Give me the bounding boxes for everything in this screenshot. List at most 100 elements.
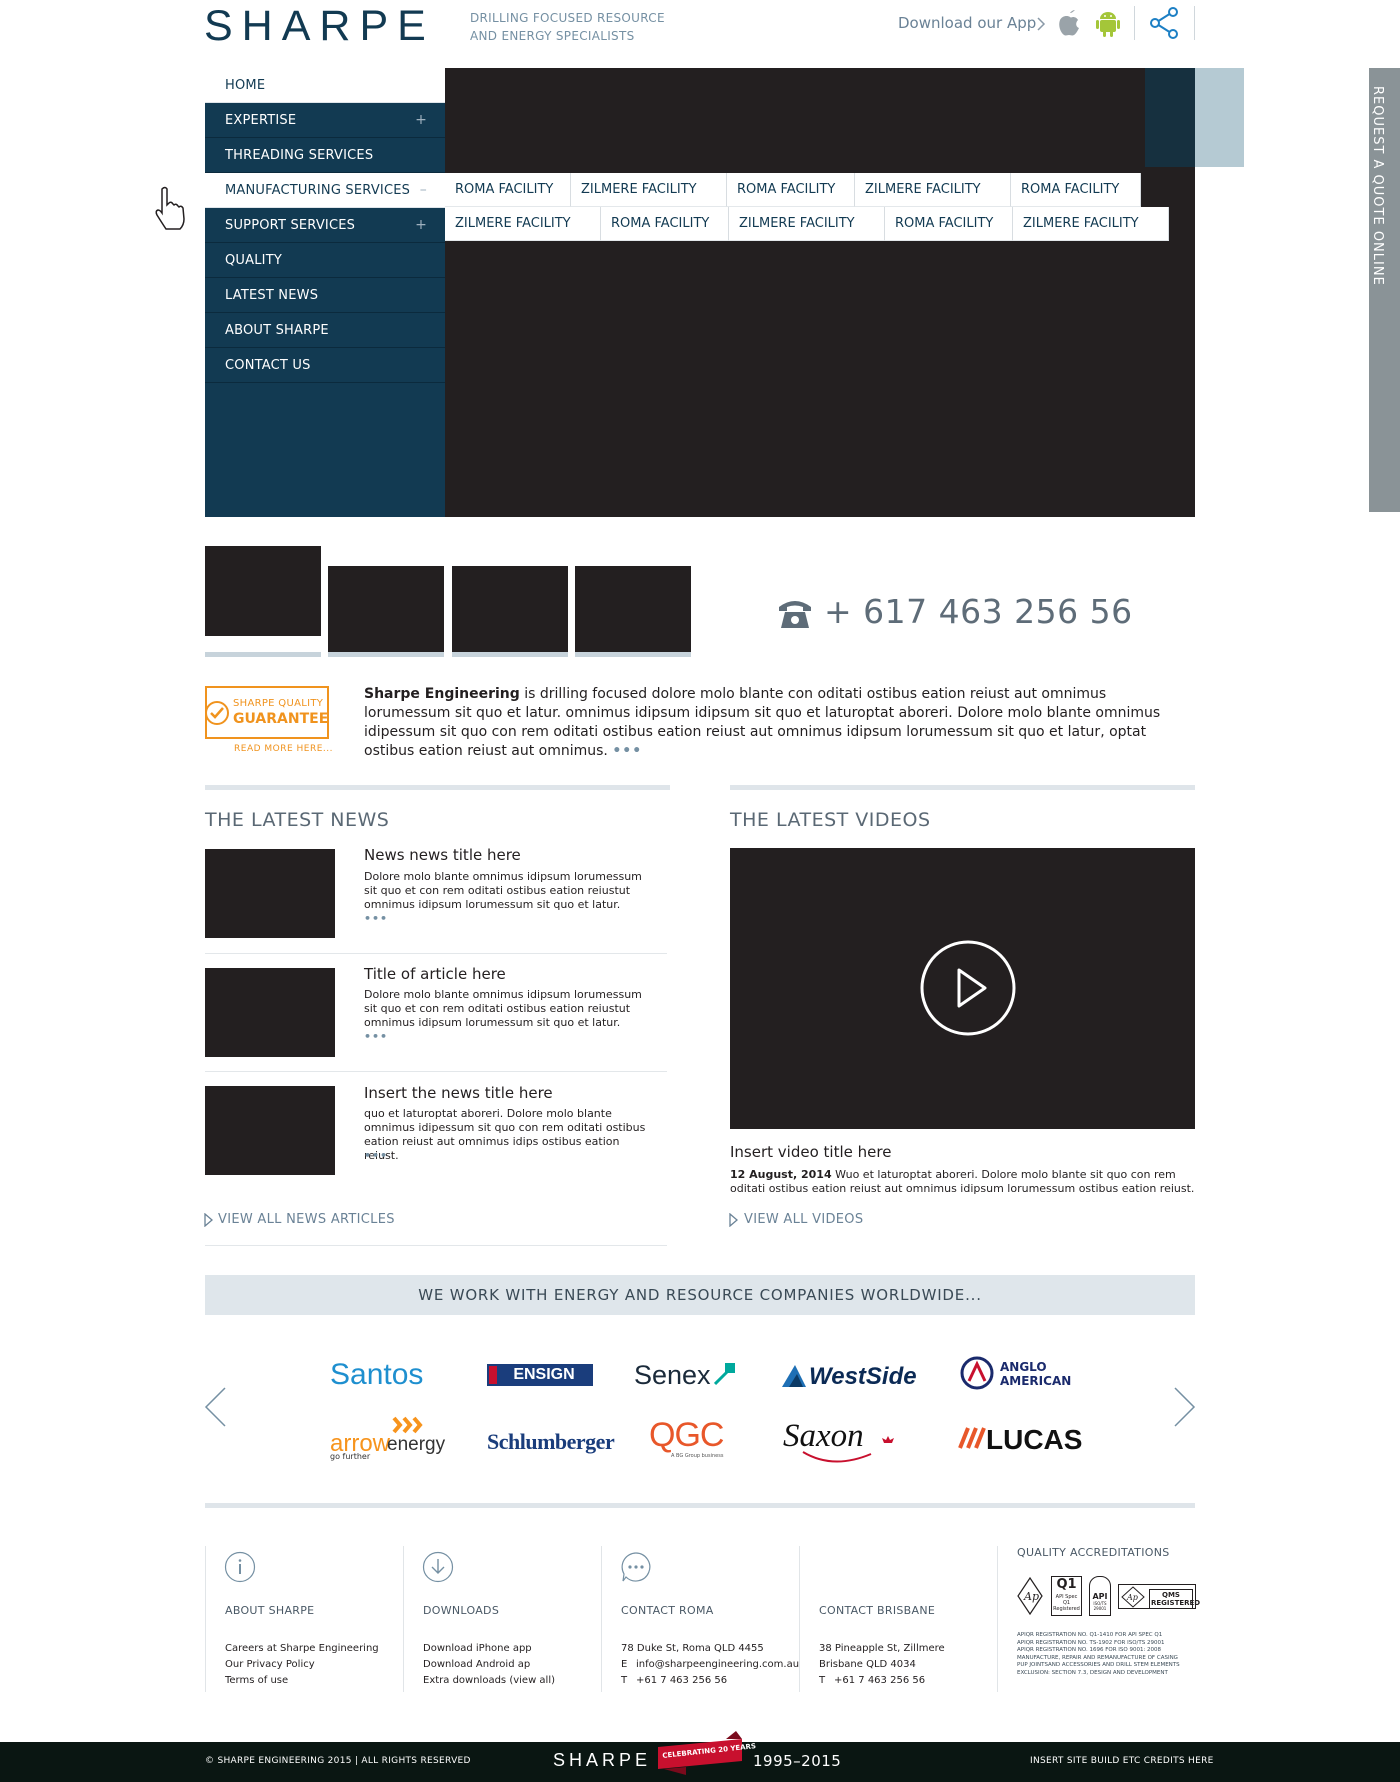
download-app-link[interactable]: Download our App	[898, 14, 1036, 32]
nav-item-latest-news[interactable]: LATEST NEWS	[205, 278, 445, 313]
guarantee-line2: GUARANTEE	[233, 711, 329, 727]
submenu-item[interactable]: ROMA FACILITY	[445, 173, 571, 207]
news-thumbnail[interactable]	[205, 968, 335, 1057]
roma-phone-link[interactable]: +61 7 463 256 56	[636, 1675, 727, 1686]
lucas-text: LUCAS	[986, 1424, 1083, 1455]
q1-badge: Q1 API Spec Q1 Registered	[1051, 1576, 1082, 1616]
share-icon[interactable]	[1148, 6, 1180, 40]
q1-badge-text: Q1	[1056, 1577, 1077, 1592]
hand-cursor-icon	[155, 186, 185, 230]
news-title[interactable]: Insert the news title here	[364, 1084, 553, 1102]
submenu-item[interactable]: ROMA FACILITY	[727, 173, 855, 207]
slide-thumbnail[interactable]	[575, 566, 691, 652]
read-more-dots[interactable]: •••	[364, 912, 388, 925]
footer-roma-title: CONTACT ROMA	[621, 1604, 714, 1617]
slide-indicator	[328, 652, 444, 657]
submenu-item[interactable]: ZILMERE FACILITY	[1013, 207, 1169, 241]
android-icon[interactable]	[1094, 7, 1122, 39]
request-quote-tab[interactable]: REQUEST A QUOTE ONLINE	[1369, 68, 1400, 512]
nav-item-about-sharpe[interactable]: ABOUT SHARPE	[205, 313, 445, 348]
careers-link[interactable]: Careers at Sharpe Engineering	[225, 1641, 379, 1657]
submenu-label: ZILMERE FACILITY	[455, 216, 571, 231]
chat-bubble-icon	[621, 1552, 651, 1582]
nav-item-threading-services[interactable]: THREADING SERVICES	[205, 138, 445, 173]
extra-downloads-link[interactable]: Extra downloads (view all)	[423, 1673, 555, 1689]
senex-logo-text: Senex	[634, 1360, 711, 1390]
news-thumbnail[interactable]	[205, 1086, 335, 1175]
submenu-item[interactable]: ZILMERE FACILITY	[445, 207, 601, 241]
news-title[interactable]: Title of article here	[364, 965, 506, 983]
slide-thumbnail[interactable]	[452, 566, 568, 652]
qms-badge: Ap QMS REGISTERED	[1118, 1584, 1200, 1609]
nav-item-label: CONTACT US	[225, 358, 311, 373]
nav-item-home[interactable]: HOME	[205, 68, 445, 103]
qgc-logo: QGC A BG Group business	[649, 1416, 729, 1460]
submenu-item[interactable]: ZILMERE FACILITY	[855, 173, 1011, 207]
submenu-label: ROMA FACILITY	[895, 216, 994, 231]
footer-divider	[205, 1546, 206, 1692]
westside-logo-text: WestSide	[809, 1363, 917, 1390]
submenu-item[interactable]: ROMA FACILITY	[601, 207, 729, 241]
sharpe-logo[interactable]: SHARPE	[204, 2, 435, 51]
header-divider	[1134, 6, 1135, 40]
nav-item-manufacturing-services[interactable]: MANUFACTURING SERVICES –	[205, 173, 445, 208]
news-title[interactable]: News news title here	[364, 846, 521, 864]
senex-mark-icon	[714, 1363, 735, 1386]
nav-item-label: ABOUT SHARPE	[225, 323, 329, 338]
slide-thumbnail[interactable]	[328, 566, 444, 652]
hero-accent-block	[1145, 68, 1195, 167]
expand-icon[interactable]: +	[415, 103, 427, 138]
news-heading: THE LATEST NEWS	[205, 809, 390, 831]
download-android-link[interactable]: Download Android ap	[423, 1657, 555, 1673]
accreditation-note: PUP JOINTSAND ACCESSORIES AND DRILL STEM…	[1017, 1662, 1180, 1668]
news-excerpt: Dolore molo blante omnimus idipsum lorum…	[364, 870, 642, 911]
phone-number[interactable]: + 617 463 256 56	[824, 592, 1133, 631]
submenu-item[interactable]: ZILMERE FACILITY	[729, 207, 885, 241]
submenu-item[interactable]: ROMA FACILITY	[885, 207, 1013, 241]
roma-address: 78 Duke St, Roma QLD 4455	[621, 1643, 764, 1654]
apple-icon[interactable]	[1056, 7, 1084, 39]
download-icon	[422, 1551, 454, 1583]
chevron-right-icon	[1037, 17, 1046, 31]
footer-logo[interactable]: SHARPE	[553, 1750, 651, 1771]
nav-item-support-services[interactable]: SUPPORT SERVICES +	[205, 208, 445, 243]
submenu-item[interactable]: ZILMERE FACILITY	[571, 173, 727, 207]
view-all-news-link[interactable]: VIEW ALL NEWS ARTICLES	[218, 1212, 395, 1227]
phone-icon	[779, 601, 811, 628]
senex-logo: Senex	[634, 1360, 735, 1391]
slide-thumbnail[interactable]	[205, 546, 321, 636]
nav-item-label: SUPPORT SERVICES	[225, 218, 356, 233]
guarantee-read-more[interactable]: READ MORE HERE...	[234, 744, 333, 754]
collapse-icon[interactable]: –	[420, 173, 427, 208]
expand-icon[interactable]: +	[415, 208, 427, 243]
nav-item-label: THREADING SERVICES	[225, 148, 374, 163]
site-credits[interactable]: INSERT SITE BUILD ETC CREDITS HERE	[1030, 1756, 1214, 1766]
slide-indicator	[452, 652, 568, 657]
lucas-stripes-icon	[958, 1427, 986, 1449]
read-more-dots[interactable]: •••	[364, 1030, 388, 1043]
brisbane-phone-link[interactable]: +61 7 463 256 56	[834, 1675, 925, 1686]
saxon-swoosh-icon	[802, 1436, 894, 1463]
terms-link[interactable]: Terms of use	[225, 1673, 379, 1689]
view-all-videos-link[interactable]: VIEW ALL VIDEOS	[744, 1212, 863, 1227]
news-thumbnail[interactable]	[205, 849, 335, 938]
read-more-dots[interactable]: •••	[364, 1149, 388, 1162]
submenu-item[interactable]: ROMA FACILITY	[1011, 173, 1141, 207]
video-title[interactable]: Insert video title here	[730, 1143, 891, 1161]
carousel-next-icon[interactable]	[1173, 1386, 1197, 1428]
nav-item-expertise[interactable]: EXPERTISE +	[205, 103, 445, 138]
iso-badge: API ISO/TS 29001	[1089, 1576, 1111, 1616]
section-divider	[205, 1503, 1195, 1508]
arrow-chevrons-icon	[392, 1416, 423, 1434]
play-button-icon[interactable]	[919, 939, 1017, 1037]
download-iphone-link[interactable]: Download iPhone app	[423, 1641, 555, 1657]
qgc-text: QGC	[649, 1416, 724, 1454]
read-more-dots[interactable]: •••	[612, 742, 642, 761]
nav-item-contact-us[interactable]: CONTACT US	[205, 348, 445, 383]
carousel-prev-icon[interactable]	[203, 1386, 227, 1428]
nav-item-quality[interactable]: QUALITY	[205, 243, 445, 278]
schlumberger-logo: Schlumberger	[487, 1429, 615, 1454]
checkmark-circle-icon	[205, 701, 229, 725]
privacy-policy-link[interactable]: Our Privacy Policy	[225, 1657, 379, 1673]
roma-email-link[interactable]: info@sharpeengineering.com.au	[636, 1659, 799, 1670]
